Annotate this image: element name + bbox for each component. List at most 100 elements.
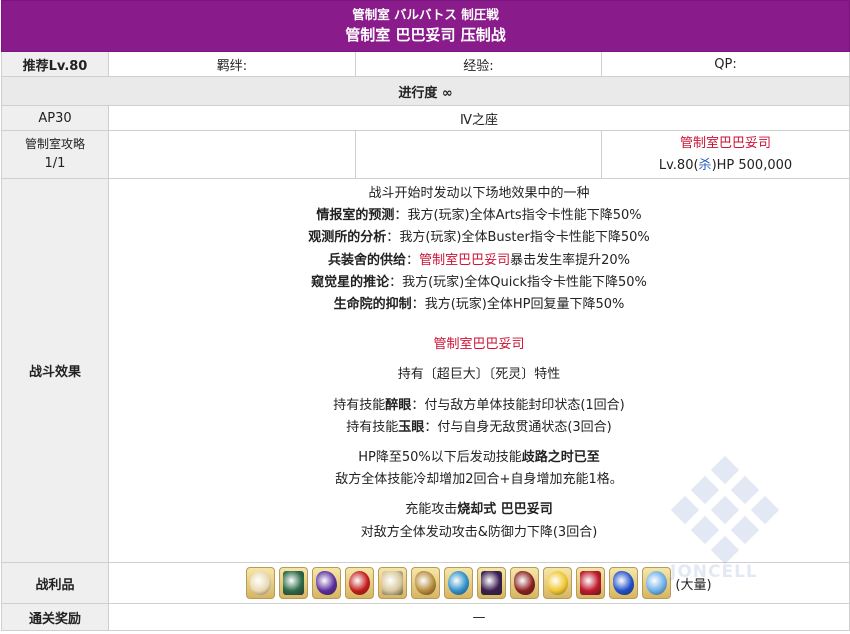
ap-cost: AP30 [1,105,109,131]
field-effect-sep: ： [386,230,400,246]
blue-orb-icon[interactable] [609,567,639,599]
quest-page: 管制室 バルバトス 制圧戦 管制室 巴巴妥司 压制战 推荐Lv.80 羁绊: 经… [0,0,850,634]
field-effect-sep: ： [394,208,408,224]
np-prefix: 充能攻击 [405,502,458,518]
field-effect-sep: ： [406,252,420,268]
blue-lantern-icon[interactable] [444,567,474,599]
enemy-stats: Lv.80(杀)HP 500,000 [602,155,849,177]
battle-effects-label: 战斗效果 [1,178,109,563]
skill-name: 醉眼 [385,397,412,413]
field-effect-enemy-link[interactable]: 管制室巴巴妥司 [419,253,510,268]
enemy-name[interactable]: 管制室巴巴妥司 [602,133,849,155]
loot-label: 战利品 [1,562,109,604]
field-effect-name: 观测所的分析 [308,230,387,246]
quest-header: 管制室 バルバトス 制圧戦 管制室 巴巴妥司 压制战 [0,0,850,52]
loot-item-shape [646,571,668,595]
hp-trigger-effect: 敌方全体技能冷却增加2回合+自身增加充能1格。 [335,472,623,488]
field-effect-4: 窥觉星的推论：我方(玩家)全体Quick指令卡性能下降50% [109,272,849,294]
enemy-slot-1 [108,130,356,179]
loot-item-shape [448,571,470,595]
enemy-slot-2 [355,130,602,179]
gold-star-icon[interactable] [543,567,573,599]
loot-list: (大量) [109,563,849,603]
field-effect-name: 生命院的抑制 [333,297,412,313]
scroll-icon[interactable] [378,567,408,599]
field-effect-sep: ： [411,297,425,313]
loot-item-shape [349,571,371,595]
purple-claw-icon[interactable] [312,567,342,599]
red-gem-icon[interactable] [576,567,606,599]
skill-text: ：付与敌方单体技能封印状态(1回合) [411,397,625,413]
stage-label: 管制室攻略 [24,136,85,151]
boss-skill-1: 持有技能醉眼：付与敌方单体技能封印状态(1回合) [109,395,849,417]
field-effect-sep: ： [389,274,403,290]
boss-traits: 持有〔超巨大〕〔死灵〕特性 [397,367,561,383]
field-effect-name: 兵装舍的供给 [328,252,407,268]
enemy-slot-3: 管制室巴巴妥司 Lv.80(杀)HP 500,000 [600,130,850,179]
blue-crystal-icon[interactable] [642,567,672,599]
loot-item-shape [481,571,503,595]
field-effect-text: 我方(玩家)全体Buster指令卡性能下降50% [399,230,650,246]
stage-label-cell: 管制室攻略 1/1 [1,130,109,179]
green-wing-icon[interactable] [279,567,309,599]
loot-item-shape [547,571,569,595]
field-effect-text: 暴击发生率提升20% [510,252,630,268]
exp-cell: 经验: [355,51,602,77]
skill-prefix: 持有技能 [333,397,386,413]
np-effect: 对敌方全体发动攻击&防御力下降(3回合) [360,524,598,540]
field-effect-name: 窥觉星的推论 [311,274,390,290]
cn-title: 管制室 巴巴妥司 压制战 [345,26,506,44]
quest-table: 管制室 バルバトス 制圧戦 管制室 巴巴妥司 压制战 推荐Lv.80 羁绊: 经… [0,0,850,631]
clear-reward-label: 通关奖励 [1,603,109,631]
effects-intro: 战斗开始时发动以下场地效果中的一种 [368,186,590,201]
battle-effects-cell: 战斗开始时发动以下场地效果中的一种 情报室的预测：我方(玩家)全体Arts指令卡… [107,178,850,563]
loot-item-shape [382,571,404,595]
recommend-level: 推荐Lv.80 [1,51,109,77]
location-cell: Ⅳ之座 [107,105,850,131]
scale-icon[interactable] [411,567,441,599]
boss-name[interactable]: 管制室巴巴妥司 [109,334,849,356]
enemy-class[interactable]: 杀 [699,158,712,173]
field-effect-3: 兵装舍的供给：管制室巴巴妥司暴击发生率提升20% [109,250,849,272]
skill-text: ：付与自身无敌贯通状态(3回合) [424,419,612,435]
loot-item-shape [316,571,338,595]
hp-trigger: HP降至50%以下后发动技能歧路之时已至 [109,447,849,469]
loot-item-shape [415,571,437,595]
skill-name: 玉眼 [398,419,425,435]
enemy-level: Lv.80( [658,157,699,173]
clear-reward-value: — [107,603,850,631]
qp-cell: QP: [600,51,850,77]
field-effect-2: 观测所的分析：我方(玩家)全体Buster指令卡性能下降50% [109,227,849,249]
loot-item-shape [580,571,602,595]
field-effect-5: 生命院的抑制：我方(玩家)全体HP回复量下降50% [109,294,849,316]
boss-skill-2: 持有技能玉眼：付与自身无敌贯通状态(3回合) [109,417,849,439]
np-attack: 充能攻击烧却式 巴巴妥司 [109,499,849,521]
jp-title: 管制室 バルバトス 制圧戦 [352,7,499,22]
field-effect-1: 情报室的预测：我方(玩家)全体Arts指令卡性能下降50% [109,205,849,227]
field-effect-text: 我方(玩家)全体HP回复量下降50% [424,297,625,313]
loot-item-shape [613,571,635,595]
field-effect-text: 我方(玩家)全体Arts指令卡性能下降50% [407,208,642,224]
loot-item-shape [514,571,536,595]
loot-item-shape [283,571,305,595]
red-orb-icon[interactable] [345,567,375,599]
doll-card-icon[interactable] [246,567,276,599]
enemy-hp: )HP 500,000 [711,157,793,173]
progress-row: 进行度 ∞ [0,76,850,106]
np-name: 烧却式 巴巴妥司 [457,502,553,518]
hp-trigger-prefix: HP降至50%以下后发动技能 [358,450,522,466]
loot-item-shape [250,571,272,595]
bone-staff-icon[interactable] [510,567,540,599]
dark-crystal-icon[interactable] [477,567,507,599]
hp-trigger-skill: 歧路之时已至 [521,450,600,466]
field-effect-name: 情报室的预测 [316,208,395,224]
skill-prefix: 持有技能 [346,419,399,435]
field-effect-text: 我方(玩家)全体Quick指令卡性能下降50% [402,274,647,290]
stage-count: 1/1 [44,155,66,171]
loot-quantity: (大量) [675,577,712,593]
